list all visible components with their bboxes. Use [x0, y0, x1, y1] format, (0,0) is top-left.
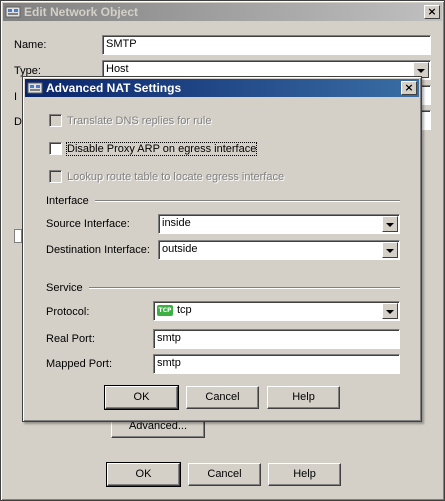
- dialog-title: Advanced NAT Settings: [46, 81, 182, 95]
- window-close-icon[interactable]: ×: [424, 5, 440, 19]
- checkbox-box[interactable]: [49, 114, 62, 127]
- disable-proxy-arp-label: Disable Proxy ARP on egress interface: [65, 141, 258, 156]
- protocol-value: tcp: [177, 304, 192, 316]
- real-port-field[interactable]: smtp: [153, 329, 400, 349]
- dialog-close-icon[interactable]: ×: [401, 81, 417, 95]
- name-label: Name:: [14, 39, 47, 51]
- description-label: D: [14, 116, 22, 128]
- source-interface-value: inside: [162, 217, 191, 229]
- destination-interface-select[interactable]: outside: [158, 240, 400, 260]
- interface-group-label: Interface: [46, 195, 89, 207]
- real-port-label: Real Port:: [46, 333, 95, 345]
- source-interface-label: Source Interface:: [46, 218, 130, 230]
- translate-dns-checkbox[interactable]: Translate DNS replies for rule: [49, 114, 211, 127]
- window-title: Edit Network Object: [24, 5, 139, 19]
- chevron-down-icon[interactable]: [382, 242, 398, 258]
- protocol-select[interactable]: TCP tcp: [153, 301, 400, 321]
- group-divider: [94, 200, 400, 202]
- tcp-protocol-icon: TCP: [157, 304, 173, 316]
- dialog-cancel-button[interactable]: Cancel: [186, 386, 259, 409]
- checkbox-box[interactable]: [49, 142, 62, 155]
- chevron-down-icon[interactable]: [382, 303, 398, 319]
- destination-interface-value: outside: [162, 243, 198, 255]
- protocol-label: Protocol:: [46, 306, 90, 318]
- dialog-help-button[interactable]: Help: [267, 386, 340, 409]
- name-field[interactable]: SMTP: [102, 35, 431, 55]
- chevron-down-icon[interactable]: [382, 216, 398, 232]
- lookup-route-label: Lookup route table to locate egress inte…: [67, 170, 285, 183]
- mapped-port-label: Mapped Port:: [46, 358, 113, 370]
- service-group-label: Service: [46, 282, 83, 294]
- disable-proxy-arp-checkbox[interactable]: Disable Proxy ARP on egress interface: [49, 141, 258, 156]
- network-object-icon: [5, 5, 21, 19]
- service-group: Service: [46, 282, 400, 294]
- collapsed-panel-marker: [14, 229, 22, 243]
- advanced-nat-settings-dialog: Advanced NAT Settings × Translate DNS re…: [22, 76, 422, 422]
- nat-settings-icon: [27, 81, 43, 95]
- dialog-titlebar[interactable]: Advanced NAT Settings ×: [25, 79, 419, 97]
- type-select-value: Host: [106, 63, 129, 75]
- checkbox-box[interactable]: [49, 170, 62, 183]
- cancel-button[interactable]: Cancel: [188, 463, 261, 486]
- translate-dns-label: Translate DNS replies for rule: [67, 114, 212, 127]
- destination-interface-label: Destination Interface:: [46, 244, 150, 256]
- ip-address-label: I: [14, 91, 18, 103]
- lookup-route-checkbox[interactable]: Lookup route table to locate egress inte…: [49, 170, 284, 183]
- source-interface-select[interactable]: inside: [158, 214, 400, 234]
- mapped-port-field[interactable]: smtp: [153, 354, 400, 374]
- interface-group: Interface: [46, 195, 400, 207]
- dialog-ok-button[interactable]: OK: [104, 385, 179, 410]
- window-titlebar[interactable]: Edit Network Object ×: [3, 3, 442, 21]
- group-divider: [88, 287, 400, 289]
- ok-button[interactable]: OK: [106, 462, 181, 487]
- help-button[interactable]: Help: [268, 463, 341, 486]
